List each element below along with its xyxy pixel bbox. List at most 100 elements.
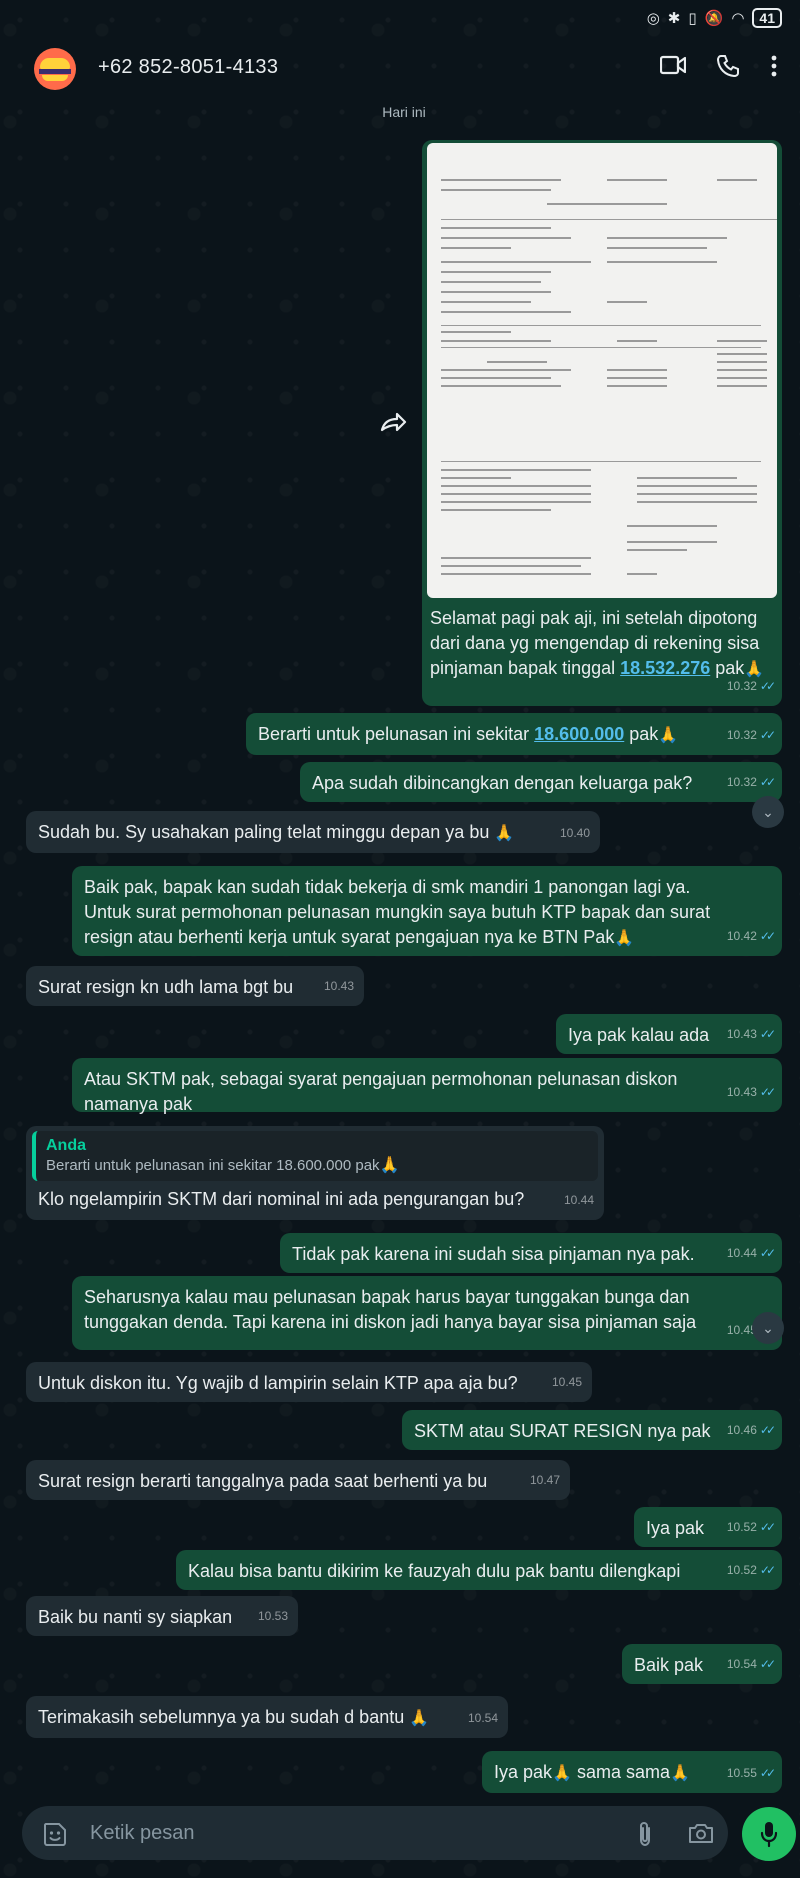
- message-outgoing[interactable]: Atau SKTM pak, sebagai syarat pengajuan …: [72, 1058, 782, 1114]
- battery-indicator: 41: [752, 8, 782, 28]
- message-text: Berarti untuk pelunasan ini sekitar 18.6…: [258, 724, 679, 744]
- message-meta: 10.32 ✓✓: [727, 674, 776, 699]
- scroll-down-button[interactable]: ⌄: [752, 1312, 784, 1344]
- read-ticks-icon: ✓✓: [759, 929, 776, 943]
- wifi-icon: ◠: [731, 10, 745, 27]
- message-text: Tidak pak karena ini sudah sisa pinjaman…: [292, 1244, 695, 1264]
- message-meta: 10.43 ✓✓: [727, 1022, 776, 1047]
- read-ticks-icon: ✓✓: [759, 728, 776, 742]
- quote-text: Berarti untuk pelunasan ini sekitar 18.6…: [46, 1157, 400, 1174]
- message-text: Klo ngelampirin SKTM dari nominal ini ad…: [38, 1189, 525, 1209]
- read-ticks-icon: ✓✓: [759, 1657, 776, 1671]
- message-meta: 10.32 ✓✓: [727, 770, 776, 795]
- pray-emoji: 🙏: [614, 930, 635, 947]
- message-meta: 10.47: [529, 1473, 560, 1487]
- message-text: Surat resign berarti tanggalnya pada saa…: [38, 1471, 488, 1491]
- scroll-down-button[interactable]: ⌄: [752, 796, 784, 828]
- message-outgoing[interactable]: Iya pak kalau ada 10.43 ✓✓: [556, 1014, 782, 1054]
- vibrate-icon: ▯: [688, 10, 697, 27]
- more-options-icon[interactable]: [770, 54, 778, 78]
- chat-header: +62 852-8051-4133: [0, 36, 800, 98]
- message-incoming[interactable]: Sudah bu. Sy usahakan paling telat mingg…: [26, 811, 600, 853]
- message-outgoing[interactable]: SKTM atau SURAT RESIGN nya pak 10.46 ✓✓: [402, 1410, 782, 1450]
- status-bar: ◎ ✱ ▯ 🔕 ◠ 41: [0, 0, 800, 36]
- message-text: Seharusnya kalau mau pelunasan bapak har…: [84, 1287, 697, 1332]
- message-incoming[interactable]: Baik bu nanti sy siapkan 10.53: [26, 1596, 298, 1636]
- message-meta: 10.44 ✓✓: [727, 1241, 776, 1266]
- message-meta: 10.44: [563, 1193, 594, 1207]
- sticker-emoji-icon[interactable]: [42, 1821, 68, 1847]
- message-meta: 10.46 ✓✓: [727, 1418, 776, 1443]
- message-text: SKTM atau SURAT RESIGN nya pak: [414, 1421, 711, 1441]
- video-call-icon[interactable]: [660, 54, 686, 76]
- message-outgoing[interactable]: Tidak pak karena ini sudah sisa pinjaman…: [280, 1233, 782, 1273]
- message-outgoing[interactable]: Iya pak🙏 sama sama🙏 10.55 ✓✓: [482, 1751, 782, 1793]
- message-text: Terimakasih sebelumnya ya bu sudah d ban…: [38, 1707, 430, 1727]
- attach-icon[interactable]: [636, 1820, 654, 1848]
- nfc-icon: ◎: [646, 10, 660, 27]
- read-ticks-icon: ✓✓: [759, 1085, 776, 1099]
- message-text: Untuk diskon itu. Yg wajib d lampirin se…: [38, 1373, 518, 1393]
- read-ticks-icon: ✓✓: [759, 1246, 776, 1260]
- message-text: Baik pak, bapak kan sudah tidak bekerja …: [84, 877, 711, 947]
- message-input-bar: Ketik pesan: [22, 1806, 728, 1860]
- message-incoming[interactable]: Untuk diskon itu. Yg wajib d lampirin se…: [26, 1362, 592, 1402]
- message-text: Baik bu nanti sy siapkan: [38, 1607, 233, 1627]
- contact-name[interactable]: +62 852-8051-4133: [98, 56, 278, 79]
- message-meta: 10.42 ✓✓: [727, 924, 776, 949]
- voice-record-button[interactable]: [742, 1807, 796, 1861]
- message-meta: 10.52 ✓✓: [727, 1558, 776, 1583]
- document-photo[interactable]: [427, 143, 777, 598]
- pray-emoji: 🙏: [552, 1765, 572, 1782]
- date-chip: Hari ini: [382, 104, 426, 120]
- microphone-icon: [760, 1822, 778, 1848]
- pray-emoji: 🙏: [409, 1710, 430, 1727]
- read-ticks-icon: ✓✓: [759, 1423, 776, 1437]
- message-outgoing[interactable]: Berarti untuk pelunasan ini sekitar 18.6…: [246, 713, 782, 755]
- amount-link[interactable]: 18.600.000: [534, 724, 624, 744]
- forward-icon[interactable]: [376, 406, 410, 440]
- message-text: Selamat pagi pak aji, ini setelah dipoto…: [430, 608, 765, 678]
- pray-emoji: 🙏: [670, 1765, 690, 1782]
- quote-author: Anda: [46, 1137, 86, 1154]
- chevron-down-icon: ⌄: [762, 803, 774, 820]
- mute-icon: 🔕: [704, 10, 724, 27]
- read-ticks-icon: ✓✓: [759, 775, 776, 789]
- read-ticks-icon: ✓✓: [759, 1027, 776, 1041]
- message-meta: 10.54: [467, 1711, 498, 1725]
- message-incoming[interactable]: Terimakasih sebelumnya ya bu sudah d ban…: [26, 1696, 508, 1738]
- message-outgoing[interactable]: Iya pak 10.52 ✓✓: [634, 1507, 782, 1547]
- message-text: Kalau bisa bantu dikirim ke fauzyah dulu…: [188, 1561, 681, 1581]
- avatar[interactable]: [34, 48, 76, 90]
- quoted-message[interactable]: Anda Berarti untuk pelunasan ini sekitar…: [32, 1131, 598, 1181]
- message-outgoing[interactable]: Baik pak 10.54 ✓✓: [622, 1644, 782, 1684]
- voice-call-icon[interactable]: [716, 54, 740, 78]
- message-meta: 10.54 ✓✓: [727, 1652, 776, 1677]
- pray-emoji: 🙏: [379, 1157, 400, 1174]
- message-meta: 10.45: [551, 1375, 582, 1389]
- camera-icon[interactable]: [688, 1822, 714, 1844]
- message-input[interactable]: Ketik pesan: [90, 1822, 195, 1845]
- message-text: Atau SKTM pak, sebagai syarat pengajuan …: [84, 1069, 678, 1114]
- message-outgoing[interactable]: Apa sudah dibincangkan dengan keluarga p…: [300, 762, 782, 802]
- read-ticks-icon: ✓✓: [759, 679, 776, 693]
- message-incoming[interactable]: Surat resign kn udh lama bgt bu 10.43: [26, 966, 364, 1006]
- message-incoming-reply[interactable]: Anda Berarti untuk pelunasan ini sekitar…: [26, 1126, 604, 1220]
- read-ticks-icon: ✓✓: [759, 1520, 776, 1534]
- amount-link[interactable]: 18.532.276: [620, 658, 710, 678]
- chevron-down-icon: ⌄: [762, 1319, 774, 1336]
- message-text: Apa sudah dibincangkan dengan keluarga p…: [312, 773, 693, 793]
- message-text: Sudah bu. Sy usahakan paling telat mingg…: [38, 822, 515, 842]
- message-meta: 10.43 ✓✓: [727, 1080, 776, 1105]
- pray-emoji: 🙏: [658, 727, 679, 744]
- message-incoming[interactable]: Surat resign berarti tanggalnya pada saa…: [26, 1460, 570, 1500]
- message-outgoing[interactable]: Baik pak, bapak kan sudah tidak bekerja …: [72, 866, 782, 956]
- read-ticks-icon: ✓✓: [759, 1766, 776, 1780]
- message-outgoing[interactable]: Seharusnya kalau mau pelunasan bapak har…: [72, 1276, 782, 1350]
- bluetooth-icon: ✱: [667, 10, 681, 27]
- message-meta: 10.40: [559, 826, 590, 840]
- message-text: Surat resign kn udh lama bgt bu: [38, 977, 294, 997]
- message-meta: 10.43: [323, 979, 354, 993]
- message-meta: 10.32 ✓✓: [727, 723, 776, 748]
- message-outgoing[interactable]: Kalau bisa bantu dikirim ke fauzyah dulu…: [176, 1550, 782, 1590]
